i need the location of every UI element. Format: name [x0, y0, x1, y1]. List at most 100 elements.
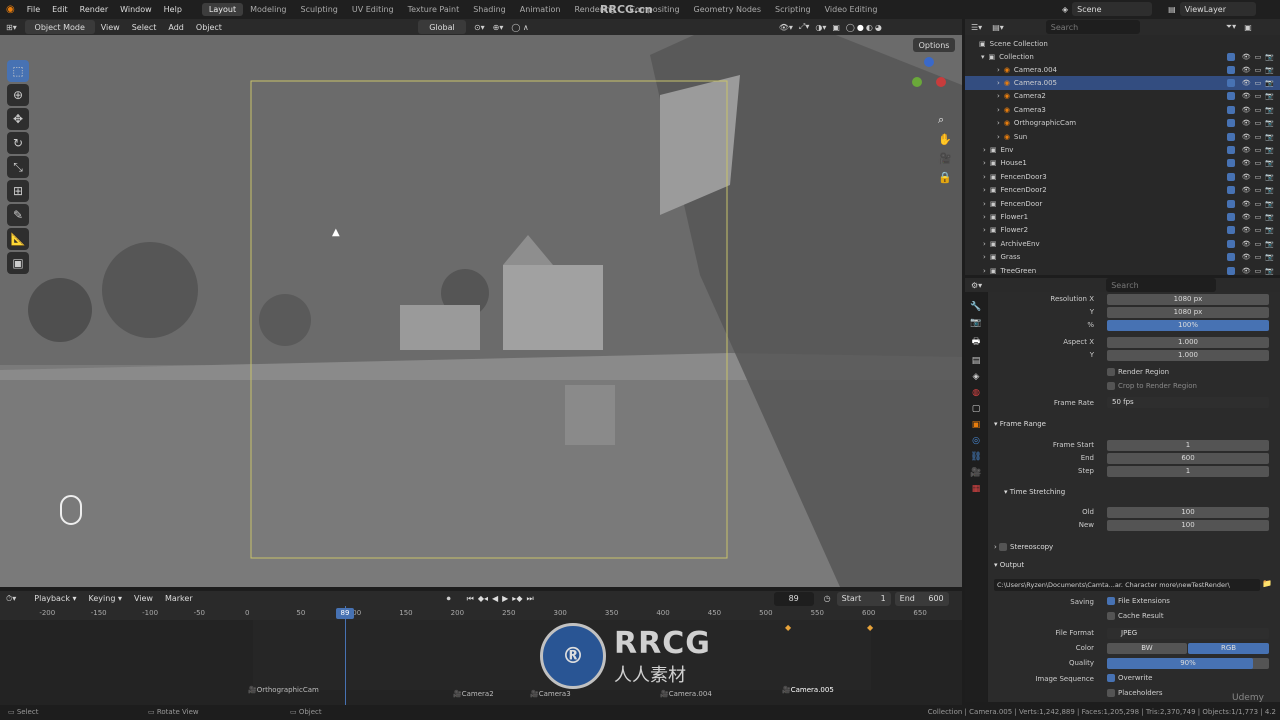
- pan-hand-icon[interactable]: ✋: [938, 133, 952, 146]
- jump-start-icon[interactable]: ⏮: [467, 594, 474, 604]
- move-tool-icon[interactable]: ✥: [7, 108, 29, 130]
- rendered-shading-icon[interactable]: ◕: [875, 23, 882, 32]
- current-frame-field[interactable]: 89: [773, 591, 814, 606]
- outliner-collection[interactable]: ▾ ▣ Collection 👁 ▭ 📷: [965, 50, 1280, 63]
- clock-icon[interactable]: ◷: [824, 594, 831, 603]
- menu-render[interactable]: Render: [74, 5, 114, 14]
- workspace-tab-video-editing[interactable]: Video Editing: [818, 3, 885, 16]
- shading-modes[interactable]: ◯ ● ◐ ◕: [846, 23, 882, 32]
- output-path-field[interactable]: C:\Users\Ryzen\Documents\Camta...ar. Cha…: [994, 579, 1260, 591]
- visibility-toggles[interactable]: 👁 ▭ 📷: [1226, 132, 1274, 141]
- visibility-toggles[interactable]: 👁 ▭ 📷: [1226, 186, 1274, 195]
- color-bw-option[interactable]: BW: [1107, 643, 1187, 654]
- timeline[interactable]: -200 -150 -100 -50 0 50 100 150 200 250 300 350 400 4…: [0, 606, 962, 705]
- frame-range-section[interactable]: ▾ Frame Range: [994, 420, 1046, 428]
- expand-icon[interactable]: ›: [983, 146, 986, 154]
- expand-icon[interactable]: ›: [983, 226, 986, 234]
- visibility-toggles[interactable]: 👁 ▭ 📷: [1226, 52, 1274, 61]
- expand-icon[interactable]: ›: [997, 133, 1000, 141]
- outliner-item[interactable]: › ◉ OrthographicCam 👁 ▭ 📷: [965, 117, 1280, 130]
- expand-icon[interactable]: ›: [997, 119, 1000, 127]
- visibility-toggles[interactable]: 👁 ▭ 📷: [1226, 92, 1274, 101]
- gizmo-z-axis[interactable]: [924, 57, 934, 67]
- resolution-y-field[interactable]: 1080 px: [1107, 307, 1269, 318]
- collection-tab-icon[interactable]: ▢: [972, 404, 981, 414]
- display-mode-icon[interactable]: ▤▾: [992, 23, 1004, 32]
- 3d-viewport[interactable]: ⬚ ⊕ ✥ ↻ ⤡ ⊞ ✎ 📐 ▣ Options ⌕ ✋ 🎥 🔒 ▲: [0, 35, 962, 587]
- output-tab-icon[interactable]: 🖶: [972, 334, 981, 350]
- play-icon[interactable]: ▶: [502, 594, 508, 604]
- expand-icon[interactable]: ›: [997, 66, 1000, 74]
- menu-help[interactable]: Help: [158, 5, 188, 14]
- timeline-marker[interactable]: 🎥Camera2: [453, 690, 494, 698]
- options-button[interactable]: Options: [913, 38, 955, 52]
- visibility-toggles[interactable]: 👁 ▭ 📷: [1226, 239, 1274, 248]
- constraints-tab-icon[interactable]: ⛓: [970, 452, 981, 462]
- timeline-marker[interactable]: 🎥Camera.004: [660, 690, 712, 698]
- frame-rate-dropdown[interactable]: 50 fps: [1107, 397, 1269, 408]
- resolution-x-field[interactable]: 1080 px: [1107, 294, 1269, 305]
- visibility-toggles[interactable]: 👁 ▭ 📷: [1226, 146, 1274, 155]
- visibility-toggles[interactable]: 👁 ▭ 📷: [1226, 172, 1274, 181]
- workspace-tab-animation[interactable]: Animation: [513, 3, 568, 16]
- jump-end-icon[interactable]: ⏭: [526, 594, 533, 604]
- frame-step-field[interactable]: 1: [1107, 466, 1269, 477]
- timeline-editor-icon[interactable]: ⏱▾: [6, 594, 16, 604]
- outliner-item[interactable]: › ▣ FencenDoor3 👁 ▭ 📷: [965, 170, 1280, 183]
- camera-view-icon[interactable]: 🎥: [938, 152, 952, 165]
- keyframe-icon[interactable]: ◆: [785, 623, 791, 632]
- outliner-item[interactable]: › ▣ FencenDoor2 👁 ▭ 📷: [965, 184, 1280, 197]
- workspace-tab-scripting[interactable]: Scripting: [768, 3, 818, 16]
- viewport-menu-object[interactable]: Object: [190, 23, 228, 32]
- snap-icon[interactable]: ⊕▾: [493, 23, 504, 32]
- gizmo-y-axis[interactable]: [912, 77, 922, 87]
- transform-orientation[interactable]: Global: [417, 20, 466, 34]
- frame-end-field[interactable]: 600: [1107, 453, 1269, 464]
- overlay-icon[interactable]: ◑▾: [815, 23, 826, 32]
- frame-start-field[interactable]: 1: [1107, 440, 1269, 451]
- view-layer-selector[interactable]: ViewLayer: [1179, 2, 1256, 16]
- workspace-tab-sculpting[interactable]: Sculpting: [294, 3, 345, 16]
- play-reverse-icon[interactable]: ◀: [492, 594, 498, 604]
- expand-icon[interactable]: ›: [997, 106, 1000, 114]
- outliner-editor-icon[interactable]: ☰▾: [971, 23, 982, 32]
- outliner-item[interactable]: › ▣ House1 👁 ▭ 📷: [965, 157, 1280, 170]
- playhead[interactable]: 89: [336, 608, 354, 619]
- outliner-item[interactable]: › ▣ TreeGreen 👁 ▭ 📷: [965, 264, 1280, 277]
- add-cube-tool-icon[interactable]: ▣: [7, 252, 29, 274]
- gizmo-icon[interactable]: ⤢▾: [799, 22, 809, 32]
- outliner-item[interactable]: › ◉ Camera3 👁 ▭ 📷: [965, 103, 1280, 116]
- properties-editor-icon[interactable]: ⚙▾: [971, 281, 982, 290]
- scene-selector[interactable]: Scene: [1072, 2, 1153, 16]
- keyframe-icon[interactable]: ◆: [867, 623, 873, 632]
- visibility-toggles[interactable]: 👁 ▭ 📷: [1226, 266, 1274, 275]
- editor-type-icon[interactable]: ⊞▾: [6, 23, 17, 32]
- expand-icon[interactable]: ▾: [981, 53, 985, 61]
- expand-icon[interactable]: ›: [983, 200, 986, 208]
- tool-tab-icon[interactable]: 🔧: [970, 302, 981, 312]
- quality-slider[interactable]: 90%: [1107, 658, 1269, 669]
- outliner-item[interactable]: › ▣ Flower1 👁 ▭ 📷: [965, 210, 1280, 223]
- solid-shading-icon[interactable]: ●: [857, 23, 864, 32]
- overwrite-checkbox[interactable]: Overwrite: [1107, 674, 1152, 682]
- expand-icon[interactable]: ›: [983, 267, 986, 275]
- menu-file[interactable]: File: [21, 5, 46, 14]
- outliner-item[interactable]: › ◉ Sun 👁 ▭ 📷: [965, 130, 1280, 143]
- proportional-edit-icon[interactable]: ◯ ∧: [511, 23, 528, 32]
- expand-icon[interactable]: ›: [983, 159, 986, 167]
- view-layer-tab-icon[interactable]: ▤: [972, 356, 981, 366]
- cache-result-checkbox[interactable]: Cache Result: [1107, 612, 1164, 620]
- outliner-search-input[interactable]: Search: [1045, 20, 1140, 34]
- object-tab-icon[interactable]: ▣: [972, 420, 981, 430]
- viewport-menu-add[interactable]: Add: [162, 23, 190, 32]
- visibility-toggles[interactable]: 👁 ▭ 📷: [1226, 213, 1274, 222]
- pivot-icon[interactable]: ⊙▾: [474, 23, 485, 32]
- workspace-tab-uv-editing[interactable]: UV Editing: [345, 3, 401, 16]
- navigation-gizmo[interactable]: [908, 57, 952, 101]
- workspace-tab-texture-paint[interactable]: Texture Paint: [401, 3, 467, 16]
- record-icon[interactable]: ⏺: [447, 594, 451, 604]
- color-rgb-option[interactable]: RGB: [1188, 643, 1269, 654]
- visibility-toggles[interactable]: 👁 ▭ 📷: [1226, 199, 1274, 208]
- expand-icon[interactable]: ›: [983, 253, 986, 261]
- outliner-item[interactable]: › ▣ ArchiveEnv 👁 ▭ 📷: [965, 237, 1280, 250]
